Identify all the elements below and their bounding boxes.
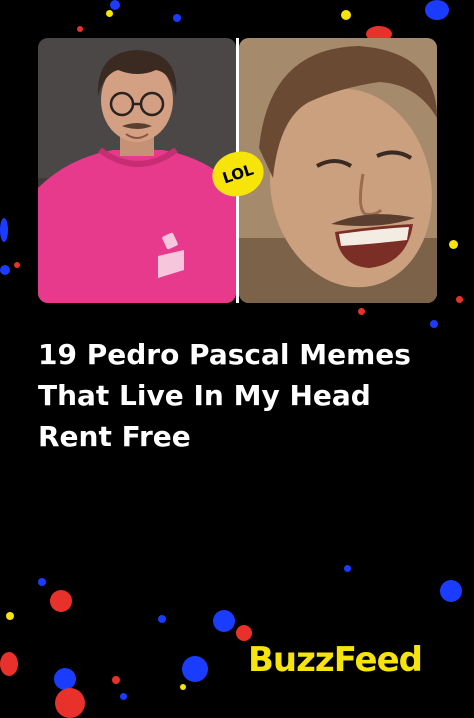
confetti-dot (173, 14, 181, 22)
confetti-dot (110, 0, 120, 10)
confetti-dot (344, 565, 351, 572)
confetti-dot (449, 240, 458, 249)
confetti-dot (358, 308, 365, 315)
confetti-dot (440, 580, 462, 602)
confetti-dot (213, 610, 235, 632)
confetti-dot (0, 265, 10, 275)
confetti-dot (456, 296, 463, 303)
confetti-dot (6, 612, 14, 620)
confetti-dot (341, 10, 351, 20)
right-photo (239, 38, 437, 303)
confetti-dot (14, 262, 20, 268)
confetti-dot (0, 218, 8, 242)
confetti-dot (55, 688, 85, 718)
confetti-dot (38, 578, 46, 586)
confetti-dot (106, 10, 113, 17)
confetti-dot (50, 590, 72, 612)
confetti-dot (77, 26, 83, 32)
confetti-dot (180, 684, 186, 690)
photo-man-laughing-icon (239, 38, 437, 303)
lol-badge-label: LOL (220, 160, 256, 188)
confetti-dot (236, 625, 252, 641)
headline-line-2: That Live In My Head (38, 379, 371, 412)
confetti-dot (158, 615, 166, 623)
headline-line-1: 19 Pedro Pascal Memes (38, 338, 411, 371)
headline-line-3: Rent Free (38, 420, 191, 453)
left-photo (38, 38, 236, 303)
headline[interactable]: 19 Pedro Pascal Memes That Live In My He… (38, 334, 448, 457)
buzzfeed-logo[interactable]: BuzzFeed (248, 640, 423, 680)
confetti-dot (54, 668, 76, 690)
confetti-dot (425, 0, 449, 20)
confetti-dot (182, 656, 208, 682)
confetti-dot (0, 652, 18, 676)
confetti-dot (112, 676, 120, 684)
confetti-dot (430, 320, 438, 328)
confetti-dot (120, 693, 127, 700)
photo-man-glasses-pink-sweater-icon (38, 38, 236, 303)
